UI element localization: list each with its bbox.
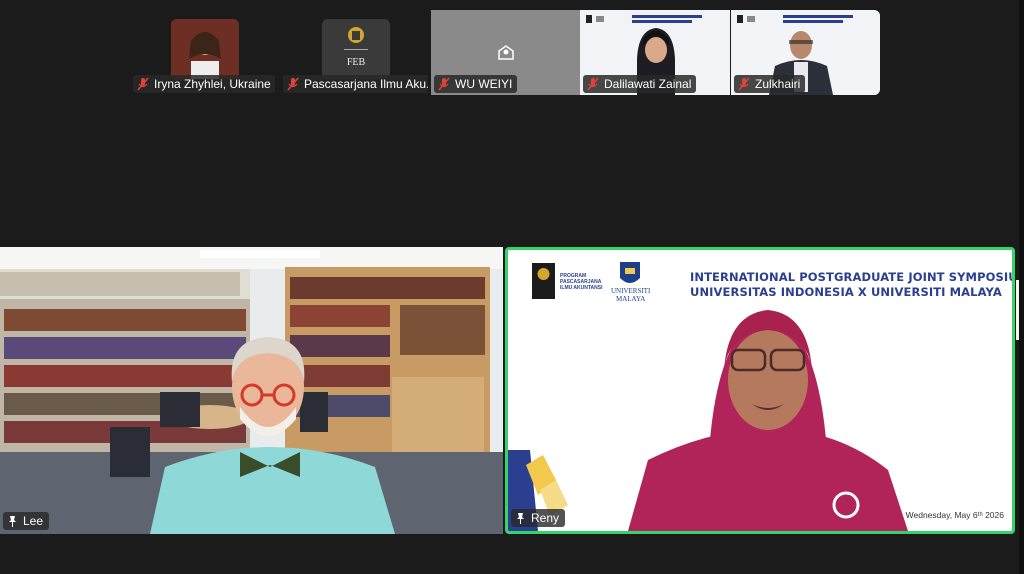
right-logo-line1: UNIVERSITI [611,287,651,295]
speaker-name: Reny [531,511,560,525]
left-logo-caption: PROGRAM PASCASARJANA ILMU AKUNTANSI [560,273,603,291]
participant-name-chip: Pascasarjana Ilmu Aku... [283,75,428,93]
mic-off-icon [738,77,750,91]
right-logo-line2: MALAYA [615,295,646,303]
mic-off-icon [438,77,450,91]
left-logo-line3: ILMU AKUNTANSI [560,285,603,291]
speaker-name: Lee [23,514,44,528]
participant-name: WU WEIYI [455,77,513,91]
slide-title-line1: INTERNATIONAL POSTGRADUATE JOINT SYMPOSI… [690,270,1015,284]
participant-name-chip: WU WEIYI [434,75,518,93]
avatar-logo: FEB [322,19,390,79]
participant-name-chip: Dalilawati Zainal [583,75,697,93]
participant-name: Dalilawati Zainal [604,77,692,91]
scrollbar[interactable] [1019,0,1024,574]
mic-off-icon [137,77,149,91]
participant-tile-iryna[interactable]: Iryna Zhyhlei, Ukraine [133,10,275,95]
participant-name-chip: Iryna Zhyhlei, Ukraine [133,75,275,93]
participant-tile-wu-weiyi[interactable]: WU WEIYI [431,10,580,95]
right-logo-caption: UNIVERSITI MALAYA [611,287,650,303]
participant-name-chip: Zulkhairi [734,75,806,93]
pin-icon [9,516,16,527]
no-video-avatar-icon [498,45,514,60]
logo-text: FEB [346,57,366,68]
participant-tile-pascasarjana[interactable]: FEB Pascasarjana Ilmu Aku... [283,10,428,95]
speaker-name-chip: Reny [511,509,566,527]
slide-date: Wednesday, May 6ᵗʰ 2026 [905,510,1004,520]
participant-name: Iryna Zhyhlei, Ukraine [154,77,271,91]
university-logo-icon [322,19,390,79]
avatar-photo [171,19,239,79]
video-tile-lee[interactable]: Lee [0,247,503,534]
video-tile-reny[interactable]: PROGRAM PASCASARJANA ILMU AKUNTANSI UNIV… [505,247,1015,534]
participant-tile-zulkhairi[interactable]: Zulkhairi [731,10,880,95]
slide-title: INTERNATIONAL POSTGRADUATE JOINT SYMPOSI… [690,270,1015,300]
pin-icon [517,513,524,524]
mic-off-icon [287,77,299,91]
speaker-name-chip: Lee [3,512,50,530]
person-photo-icon [171,19,239,79]
participant-name: Pascasarjana Ilmu Aku... [304,77,428,91]
library-video-feed [0,247,503,534]
mic-off-icon [587,77,599,91]
slide-title-line2: UNIVERSITAS INDONESIA X UNIVERSITI MALAY… [690,285,1002,299]
participant-name: Zulkhairi [755,77,801,91]
participant-tile-dalilawati[interactable]: Dalilawati Zainal [580,10,730,95]
